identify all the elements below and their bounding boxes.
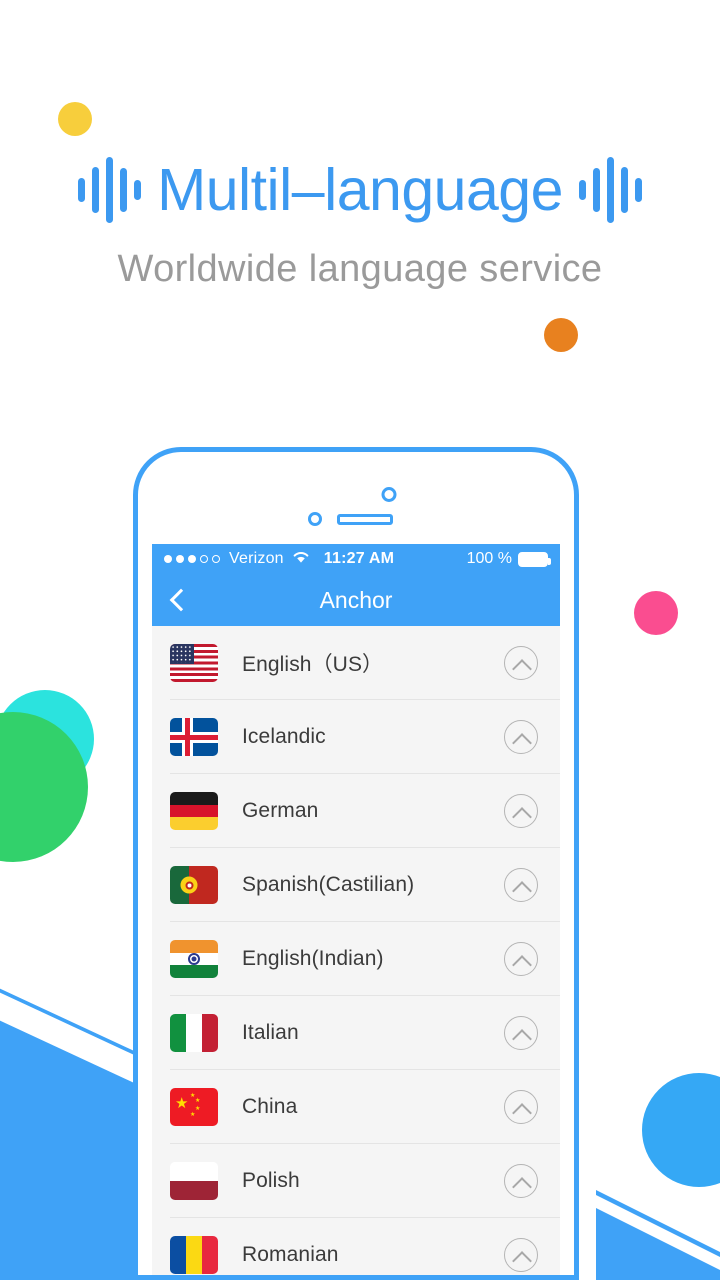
phone-screen: Verizon 11:27 AM 100 % Anchor English（US…: [152, 544, 560, 1275]
flag-is-icon: [170, 718, 218, 756]
flag-us-icon: [170, 644, 218, 682]
language-list[interactable]: English（US） Icelandic German Spanish(Castil…: [152, 626, 560, 1275]
navigation-bar: Anchor: [152, 574, 560, 626]
chevron-up-circle-icon[interactable]: [504, 1164, 538, 1198]
decor-circle-yellow: [58, 102, 92, 136]
language-label: Romanian: [242, 1243, 339, 1266]
list-item[interactable]: ★ ★ ★ ★ ★ China: [152, 1070, 560, 1144]
chevron-up-circle-icon[interactable]: [504, 868, 538, 902]
page-title: Multil–language: [157, 156, 563, 223]
flag-pt-icon: [170, 866, 218, 904]
decor-circle-orange: [544, 318, 578, 352]
carrier-label: Verizon: [229, 550, 284, 567]
chevron-up-circle-icon[interactable]: [504, 794, 538, 828]
phone-mockup: Verizon 11:27 AM 100 % Anchor English（US…: [133, 447, 579, 1280]
battery-percent-label: 100 %: [466, 550, 512, 567]
status-bar: Verizon 11:27 AM 100 %: [152, 544, 560, 574]
language-label: German: [242, 799, 319, 822]
chevron-left-icon[interactable]: [168, 591, 186, 609]
flag-in-icon: [170, 940, 218, 978]
clock-label: 11:27 AM: [323, 550, 395, 567]
chevron-up-circle-icon[interactable]: [504, 1090, 538, 1124]
page-subtitle: Worldwide language service: [117, 248, 603, 290]
wifi-icon: [292, 550, 310, 569]
flag-pl-icon: [170, 1162, 218, 1200]
language-label: Polish: [242, 1169, 300, 1192]
list-item[interactable]: Italian: [152, 996, 560, 1070]
decor-circle-pink: [634, 591, 678, 635]
decor-band-right: [596, 1208, 720, 1280]
proximity-sensor-icon: [308, 512, 322, 526]
flag-it-icon: [170, 1014, 218, 1052]
decor-circle-blue: [642, 1073, 720, 1187]
chevron-up-circle-icon[interactable]: [504, 942, 538, 976]
language-label: China: [242, 1095, 298, 1118]
signal-strength-icon: [164, 555, 220, 563]
list-item[interactable]: Polish: [152, 1144, 560, 1218]
promo-screen: Multil–language Worldwide language servi…: [0, 0, 720, 1280]
list-item[interactable]: Spanish(Castilian): [152, 848, 560, 922]
flag-cn-icon: ★ ★ ★ ★ ★: [170, 1088, 218, 1126]
chevron-up-circle-icon[interactable]: [504, 720, 538, 754]
chevron-up-circle-icon[interactable]: [504, 1016, 538, 1050]
chevron-up-circle-icon[interactable]: [504, 646, 538, 680]
sound-wave-icon-right: [578, 155, 642, 225]
sound-wave-icon-left: [78, 155, 142, 225]
list-item[interactable]: German: [152, 774, 560, 848]
language-label: English（US）: [242, 653, 384, 676]
language-label: Spanish(Castilian): [242, 873, 415, 896]
chevron-up-circle-icon[interactable]: [504, 1238, 538, 1272]
earpiece-speaker-icon: [337, 514, 393, 525]
front-camera-icon: [381, 487, 397, 502]
list-item[interactable]: Romanian: [152, 1218, 560, 1275]
status-right-group: 100 %: [466, 550, 551, 568]
flag-de-icon: [170, 792, 218, 830]
list-item[interactable]: English（US）: [152, 626, 560, 700]
flag-ro-icon: [170, 1236, 218, 1274]
hero-headline: Multil–language: [0, 155, 720, 225]
language-label: English(Indian): [242, 947, 384, 970]
list-item[interactable]: Icelandic: [152, 700, 560, 774]
list-item[interactable]: English(Indian): [152, 922, 560, 996]
battery-full-icon: [518, 551, 551, 567]
language-label: Icelandic: [242, 725, 326, 748]
nav-title: Anchor: [319, 586, 393, 613]
language-label: Italian: [242, 1021, 299, 1044]
